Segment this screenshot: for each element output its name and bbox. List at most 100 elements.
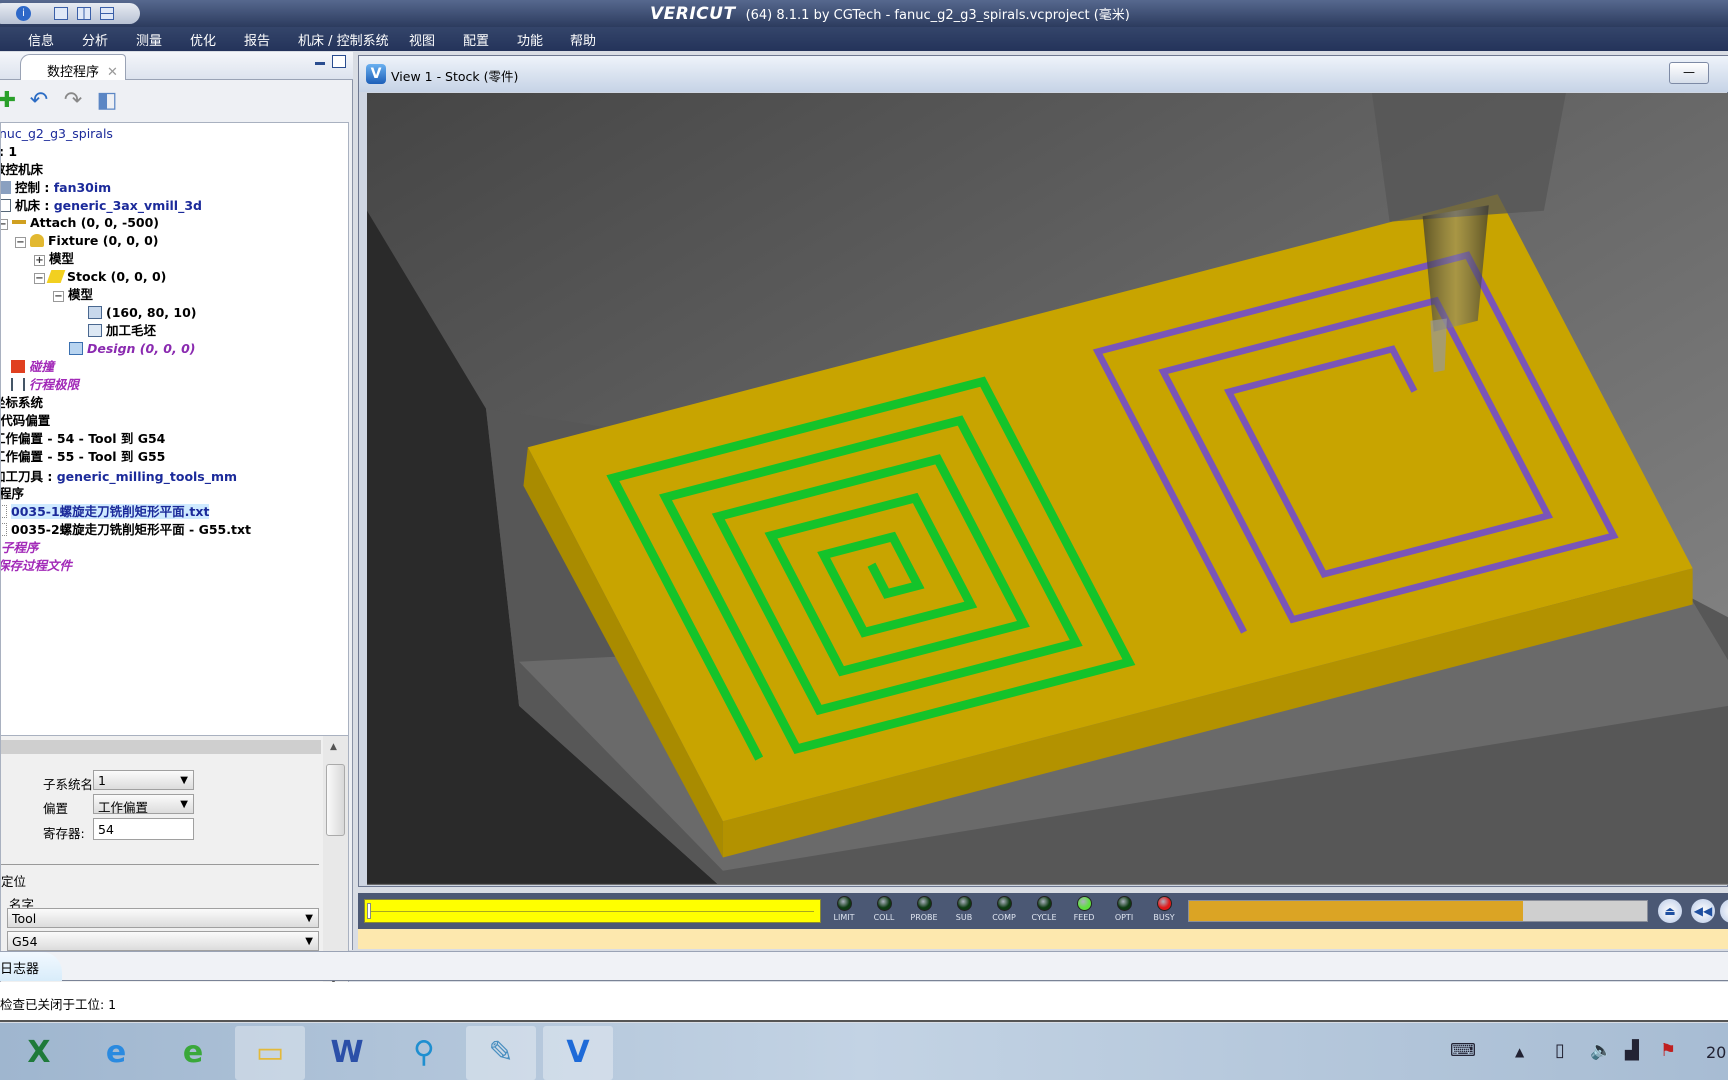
collapse-icon[interactable]: − bbox=[34, 273, 45, 284]
minimize-icon[interactable] bbox=[315, 62, 325, 65]
layout-split-horizontal-icon[interactable] bbox=[100, 7, 114, 20]
tree-tooling[interactable]: 加工刀具 : generic_milling_tools_mm bbox=[1, 468, 238, 486]
tree-work-offset-54[interactable]: 工作偏置 - 54 - Tool 到 G54 bbox=[1, 430, 166, 448]
taskbar-search-app[interactable]: ⚲ bbox=[389, 1026, 459, 1080]
info-icon[interactable]: i bbox=[16, 6, 31, 21]
tab-label: 数控程序 bbox=[47, 65, 100, 80]
scroll-thumb[interactable] bbox=[326, 764, 345, 836]
progress-thumb[interactable] bbox=[367, 903, 371, 919]
tree-fixture-model[interactable]: + 模型 bbox=[34, 250, 74, 268]
menu-config[interactable]: 配置 bbox=[463, 30, 489, 49]
window-title: VERICUT (64) 8.1.1 by CGTech - fanuc_g2_g… bbox=[650, 4, 1130, 24]
menu-measure[interactable]: 测量 bbox=[136, 30, 162, 49]
to-select[interactable]: G54 ▼ bbox=[7, 931, 319, 951]
menu-functions[interactable]: 功能 bbox=[517, 30, 543, 49]
led-label: BUSY bbox=[1153, 913, 1175, 922]
action-center-flag-icon[interactable]: ⚑ bbox=[1660, 1040, 1676, 1061]
redo-icon[interactable]: ↷ bbox=[60, 88, 86, 114]
close-icon[interactable]: ✕ bbox=[107, 65, 118, 80]
taskbar-browser-green[interactable]: e bbox=[158, 1026, 228, 1080]
simulation-progress-slider[interactable] bbox=[364, 899, 821, 923]
tree-save-process-file[interactable]: 保存过程文件 bbox=[1, 557, 72, 575]
tree-work-offset-55[interactable]: 工作偏置 - 55 - Tool 到 G55 bbox=[1, 448, 165, 466]
menu-view[interactable]: 视图 bbox=[409, 30, 435, 49]
led-indicator bbox=[916, 896, 932, 911]
scroll-up-icon[interactable]: ▲ bbox=[330, 742, 337, 752]
menu-help[interactable]: 帮助 bbox=[570, 30, 596, 49]
pause-icon[interactable]: ❚ bbox=[1720, 899, 1728, 923]
attach-icon bbox=[12, 220, 26, 224]
offset-select[interactable]: 工作偏置 ▼ bbox=[93, 794, 194, 815]
tree-control[interactable]: 控制 : fan30im bbox=[1, 179, 111, 197]
panel-tabs: 数控程序 ✕ bbox=[0, 52, 353, 80]
subsystem-select[interactable]: 1 ▼ bbox=[93, 770, 194, 790]
menu-optimize[interactable]: 优化 bbox=[190, 30, 216, 49]
layout-split-vertical-icon[interactable] bbox=[77, 7, 91, 20]
model-label: 模型 bbox=[68, 287, 94, 302]
tree-subroutines[interactable]: 子程序 bbox=[1, 539, 39, 557]
undock-icon[interactable] bbox=[332, 55, 346, 68]
tab-logger[interactable]: 日志器 bbox=[0, 952, 62, 981]
tree-attach[interactable]: − Attach (0, 0, -500) bbox=[1, 214, 159, 232]
eject-icon[interactable]: ⏏ bbox=[1658, 899, 1682, 923]
offset-value: - 54 - Tool 到 G54 bbox=[43, 431, 166, 446]
model-view-icon[interactable]: ◧ bbox=[94, 88, 120, 114]
tree-coordinate-systems[interactable]: 坐标系统 bbox=[1, 394, 43, 412]
taskbar-excel[interactable]: X bbox=[4, 1026, 74, 1080]
taskbar-internet-explorer[interactable]: e bbox=[81, 1026, 151, 1080]
collapse-icon[interactable]: − bbox=[53, 291, 64, 302]
3d-viewport[interactable] bbox=[367, 93, 1728, 885]
tree-raw-stock[interactable]: 加工毛坯 bbox=[88, 322, 156, 340]
nc-file-icon bbox=[1, 505, 7, 518]
offset-label: 偏置 bbox=[43, 801, 69, 816]
expand-icon[interactable]: + bbox=[34, 255, 45, 266]
tree-design[interactable]: Design (0, 0, 0) bbox=[69, 340, 196, 358]
tree-programs[interactable]: 程序 bbox=[1, 485, 24, 503]
volume-icon[interactable]: 🔈 bbox=[1590, 1040, 1612, 1061]
taskbar-word[interactable]: W bbox=[312, 1026, 382, 1080]
raw-stock-icon bbox=[88, 324, 102, 337]
keyboard-icon[interactable]: ⌨ bbox=[1450, 1040, 1476, 1061]
collapse-icon[interactable]: − bbox=[15, 237, 26, 248]
rewind-icon[interactable]: ◀◀ bbox=[1691, 899, 1715, 923]
register-input[interactable]: 54 bbox=[93, 818, 194, 840]
design-label: Design (0, 0, 0) bbox=[87, 341, 196, 356]
show-hidden-icons[interactable]: ▲ bbox=[1515, 1045, 1524, 1059]
tooling-value: generic_milling_tools_mm bbox=[56, 469, 238, 484]
taskbar-vericut[interactable]: V bbox=[543, 1026, 613, 1080]
minimize-button[interactable]: — bbox=[1669, 62, 1709, 84]
layout-single-icon[interactable] bbox=[54, 7, 68, 20]
tree-stock[interactable]: − Stock (0, 0, 0) bbox=[34, 268, 166, 286]
taskbar-notepad[interactable]: ✎ bbox=[466, 1026, 536, 1080]
taskbar-file-explorer[interactable]: ▭ bbox=[235, 1026, 305, 1080]
undo-icon[interactable]: ↶ bbox=[26, 88, 52, 114]
led-indicator bbox=[996, 896, 1012, 911]
battery-icon[interactable]: ▯ bbox=[1555, 1040, 1565, 1061]
collapse-icon[interactable]: − bbox=[1, 219, 8, 230]
tree-machine[interactable]: 机床 : generic_3ax_vmill_3d bbox=[1, 197, 202, 215]
from-select[interactable]: Tool ▼ bbox=[7, 908, 319, 928]
menu-analysis[interactable]: 分析 bbox=[82, 30, 108, 49]
tree-cnc-machine[interactable]: 数控机床 bbox=[1, 161, 43, 179]
led-probe: PROBE bbox=[904, 896, 944, 922]
animation-speed-slider[interactable] bbox=[1188, 900, 1648, 922]
tree-collision[interactable]: 碰撞 bbox=[11, 358, 54, 376]
tree-project[interactable]: nuc_g2_g3_spirals bbox=[1, 125, 113, 143]
chevron-down-icon: ▼ bbox=[180, 775, 188, 786]
clock[interactable]: 20 bbox=[1706, 1043, 1726, 1062]
network-icon[interactable]: ▟ bbox=[1625, 1040, 1639, 1061]
tree-program-1[interactable]: 0035-1螺旋走刀铣削矩形平面.txt bbox=[1, 503, 210, 521]
tree-gcode-offsets[interactable]: -代码偏置 bbox=[1, 412, 50, 430]
menu-report[interactable]: 报告 bbox=[244, 30, 270, 49]
tree-travel-limits[interactable]: 行程极限 bbox=[11, 376, 79, 394]
tree-setup[interactable]: : 1 bbox=[1, 143, 17, 161]
menu-info[interactable]: 信息 bbox=[28, 30, 54, 49]
tree-stock-model[interactable]: − 模型 bbox=[53, 286, 93, 304]
tree-program-2[interactable]: 0035-2螺旋走刀铣削矩形平面 - G55.txt bbox=[1, 521, 251, 539]
menu-machine-control[interactable]: 机床 / 控制系统 bbox=[298, 30, 389, 49]
tab-nc-program[interactable]: 数控程序 ✕ bbox=[20, 54, 126, 80]
add-icon[interactable]: ✚ bbox=[0, 88, 20, 114]
subsystem-value: 1 bbox=[98, 773, 106, 788]
tree-fixture[interactable]: − Fixture (0, 0, 0) bbox=[15, 232, 158, 250]
tree-block[interactable]: (160, 80, 10) bbox=[88, 304, 197, 322]
